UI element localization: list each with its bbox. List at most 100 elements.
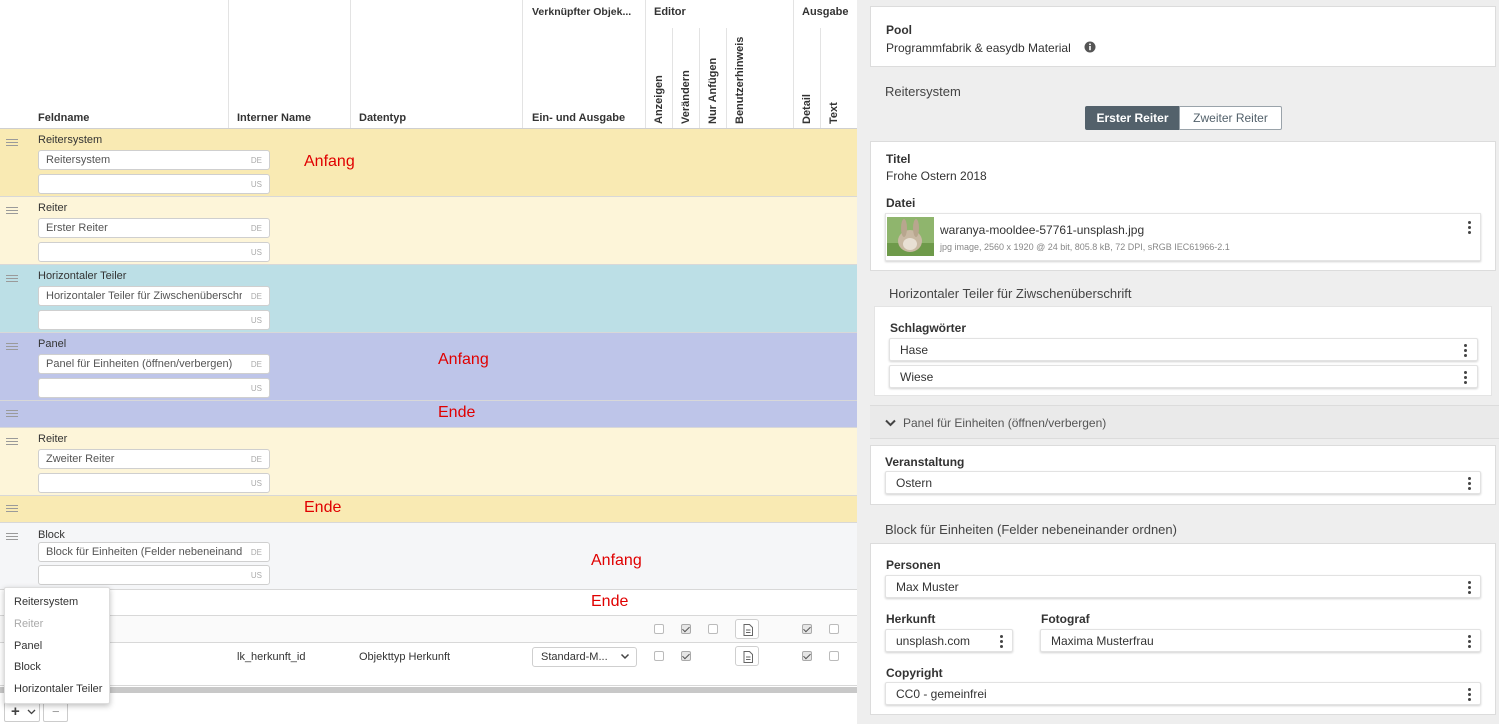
detail-view: Pool Programmfabrik & easydb Material Re… bbox=[857, 0, 1499, 724]
tag-menu-icon[interactable] bbox=[1464, 344, 1467, 359]
anzeigen-checkbox[interactable] bbox=[654, 651, 664, 661]
table-row-reiter-2[interactable]: Reiter Zweiter Reiter DE US bbox=[0, 428, 857, 496]
name-us-input[interactable]: US bbox=[38, 378, 270, 398]
table-row-reitersystem-end[interactable]: Ende bbox=[0, 496, 857, 523]
name-us-input[interactable]: US bbox=[38, 473, 270, 493]
drag-handle-icon[interactable] bbox=[6, 505, 18, 514]
pool-label: Pool bbox=[886, 23, 912, 37]
name-de-input[interactable]: Panel für Einheiten (öffnen/verbergen) DE bbox=[38, 354, 270, 374]
text-checkbox[interactable] bbox=[829, 624, 839, 634]
drag-handle-icon[interactable] bbox=[6, 438, 18, 447]
name-us-input[interactable]: US bbox=[38, 242, 270, 262]
row-label: Block bbox=[38, 529, 65, 541]
add-button[interactable]: + bbox=[4, 701, 40, 722]
table-row-reitersystem[interactable]: Reitersystem Reitersystem DE US Anfang bbox=[0, 129, 857, 197]
header-anzeigen: Anzeigen bbox=[653, 75, 665, 124]
table-row-horizontaler-teiler[interactable]: Horizontaler Teiler Horizontaler Teiler … bbox=[0, 265, 857, 333]
name-de-input[interactable]: Erster Reiter DE bbox=[38, 218, 270, 238]
name-us-input[interactable]: US bbox=[38, 565, 270, 585]
table-row-panel[interactable]: Panel Panel für Einheiten (öffnen/verber… bbox=[0, 333, 857, 401]
header-verknuepfter-objekttyp: Verknüpfter Objek... bbox=[532, 6, 632, 18]
file-name: waranya-mooldee-57761-unsplash.jpg bbox=[940, 223, 1145, 237]
header-feldname[interactable]: Feldname bbox=[38, 112, 89, 124]
annotation-anfang: Anfang bbox=[304, 153, 355, 170]
block-title: Block für Einheiten (Felder nebeneinande… bbox=[885, 522, 1177, 537]
file-card[interactable]: waranya-mooldee-57761-unsplash.jpg jpg i… bbox=[885, 213, 1481, 261]
table-row-block-end[interactable]: Ende bbox=[0, 590, 857, 616]
anzeigen-checkbox[interactable] bbox=[654, 624, 664, 634]
veranstaltung-value-box[interactable]: Ostern bbox=[885, 471, 1481, 494]
menu-item-block[interactable]: Block bbox=[14, 661, 41, 673]
table-row-herkunft[interactable]: lk_herkunft_id Objekttyp Herkunft Standa… bbox=[0, 643, 857, 686]
nur-anfuegen-checkbox[interactable] bbox=[708, 624, 718, 634]
annotation-ende: Ende bbox=[591, 593, 629, 610]
name-us-input[interactable]: US bbox=[38, 310, 270, 330]
name-de-input[interactable]: Zweiter Reiter DE bbox=[38, 449, 270, 469]
titel-label: Titel bbox=[886, 152, 911, 166]
chevron-down-icon bbox=[27, 709, 36, 715]
benutzerhinweis-button[interactable] bbox=[735, 646, 759, 666]
name-de-input[interactable]: Horizontaler Teiler für Ziwschenüberschr… bbox=[38, 286, 270, 306]
rabbit-thumbnail[interactable] bbox=[887, 217, 934, 256]
row-label: Panel bbox=[38, 338, 67, 350]
copyright-value-box[interactable]: CC0 - gemeinfrei bbox=[885, 682, 1481, 705]
file-menu-icon[interactable] bbox=[1468, 221, 1471, 236]
menu-item-reiter: Reiter bbox=[14, 618, 44, 630]
header-interner-name[interactable]: Interner Name bbox=[237, 112, 311, 124]
panel-header[interactable]: Panel für Einheiten (öffnen/verbergen) bbox=[870, 405, 1499, 439]
drag-handle-icon[interactable] bbox=[6, 343, 18, 352]
internal-name: lk_herkunft_id bbox=[237, 651, 306, 663]
benutzerhinweis-button[interactable] bbox=[735, 619, 759, 639]
ein-ausgabe-select[interactable]: Standard-M... bbox=[532, 647, 637, 667]
drag-handle-icon[interactable] bbox=[6, 139, 18, 148]
tag-menu-icon[interactable] bbox=[1464, 371, 1467, 386]
row-label: Reitersystem bbox=[38, 134, 103, 146]
header-editor: Editor bbox=[654, 6, 686, 18]
tag-item[interactable]: Wiese bbox=[889, 365, 1478, 388]
bottom-toolbar bbox=[0, 693, 857, 724]
table-row-reiter-1[interactable]: Reiter Erster Reiter DE US bbox=[0, 197, 857, 265]
menu-item-horizontaler-teiler[interactable]: Horizontaler Teiler bbox=[14, 683, 102, 695]
annotation-ende: Ende bbox=[304, 499, 342, 516]
name-de-input[interactable]: Reitersystem DE bbox=[38, 150, 270, 170]
personen-menu-icon[interactable] bbox=[1468, 581, 1471, 596]
col-separator bbox=[522, 0, 523, 128]
tab-content-card: Titel Frohe Ostern 2018 Datei waranya-mo… bbox=[870, 141, 1496, 271]
drag-handle-icon[interactable] bbox=[6, 207, 18, 216]
veraendern-checkbox[interactable] bbox=[681, 624, 691, 634]
text-checkbox[interactable] bbox=[829, 651, 839, 661]
table-row[interactable] bbox=[0, 616, 857, 643]
fotograf-menu-icon[interactable] bbox=[1468, 635, 1471, 650]
personen-label: Personen bbox=[886, 558, 941, 572]
detail-checkbox[interactable] bbox=[802, 651, 812, 661]
drag-handle-icon[interactable] bbox=[6, 275, 18, 284]
drag-handle-icon[interactable] bbox=[6, 410, 18, 419]
tab-erster-reiter[interactable]: Erster Reiter bbox=[1085, 106, 1180, 130]
table-row-panel-end[interactable]: Ende bbox=[0, 401, 857, 428]
detail-checkbox[interactable] bbox=[802, 624, 812, 634]
drag-handle-icon[interactable] bbox=[6, 533, 18, 542]
herkunft-value-box[interactable]: unsplash.com bbox=[885, 629, 1013, 652]
col-separator bbox=[726, 28, 727, 128]
menu-item-panel[interactable]: Panel bbox=[14, 640, 42, 652]
fotograf-value-box[interactable]: Maxima Musterfrau bbox=[1040, 629, 1481, 652]
info-icon[interactable] bbox=[1084, 41, 1096, 53]
personen-value-box[interactable]: Max Muster bbox=[885, 575, 1481, 598]
name-de-input[interactable]: Block für Einheiten (Felder nebeneinande… bbox=[38, 542, 270, 562]
header-datentyp[interactable]: Datentyp bbox=[359, 112, 406, 124]
field-table: Feldname Interner Name Datentyp Verknüpf… bbox=[0, 0, 857, 724]
tag-item[interactable]: Hase bbox=[889, 338, 1478, 361]
veraendern-checkbox[interactable] bbox=[681, 651, 691, 661]
divider-title: Horizontaler Teiler für Ziwschenüberschr… bbox=[889, 286, 1132, 301]
name-us-input[interactable]: US bbox=[38, 174, 270, 194]
veranstaltung-menu-icon[interactable] bbox=[1468, 477, 1471, 492]
row-label: Reiter bbox=[38, 433, 68, 445]
copyright-menu-icon[interactable] bbox=[1468, 688, 1471, 703]
col-separator bbox=[228, 0, 229, 128]
table-row-block[interactable]: Block Block für Einheiten (Felder nebene… bbox=[0, 523, 857, 590]
tab-zweiter-reiter[interactable]: Zweiter Reiter bbox=[1179, 106, 1282, 130]
remove-button[interactable]: − bbox=[43, 701, 68, 722]
menu-item-reitersystem[interactable]: Reitersystem bbox=[14, 596, 78, 608]
herkunft-menu-icon[interactable] bbox=[1000, 635, 1003, 650]
annotation-anfang: Anfang bbox=[591, 552, 642, 569]
